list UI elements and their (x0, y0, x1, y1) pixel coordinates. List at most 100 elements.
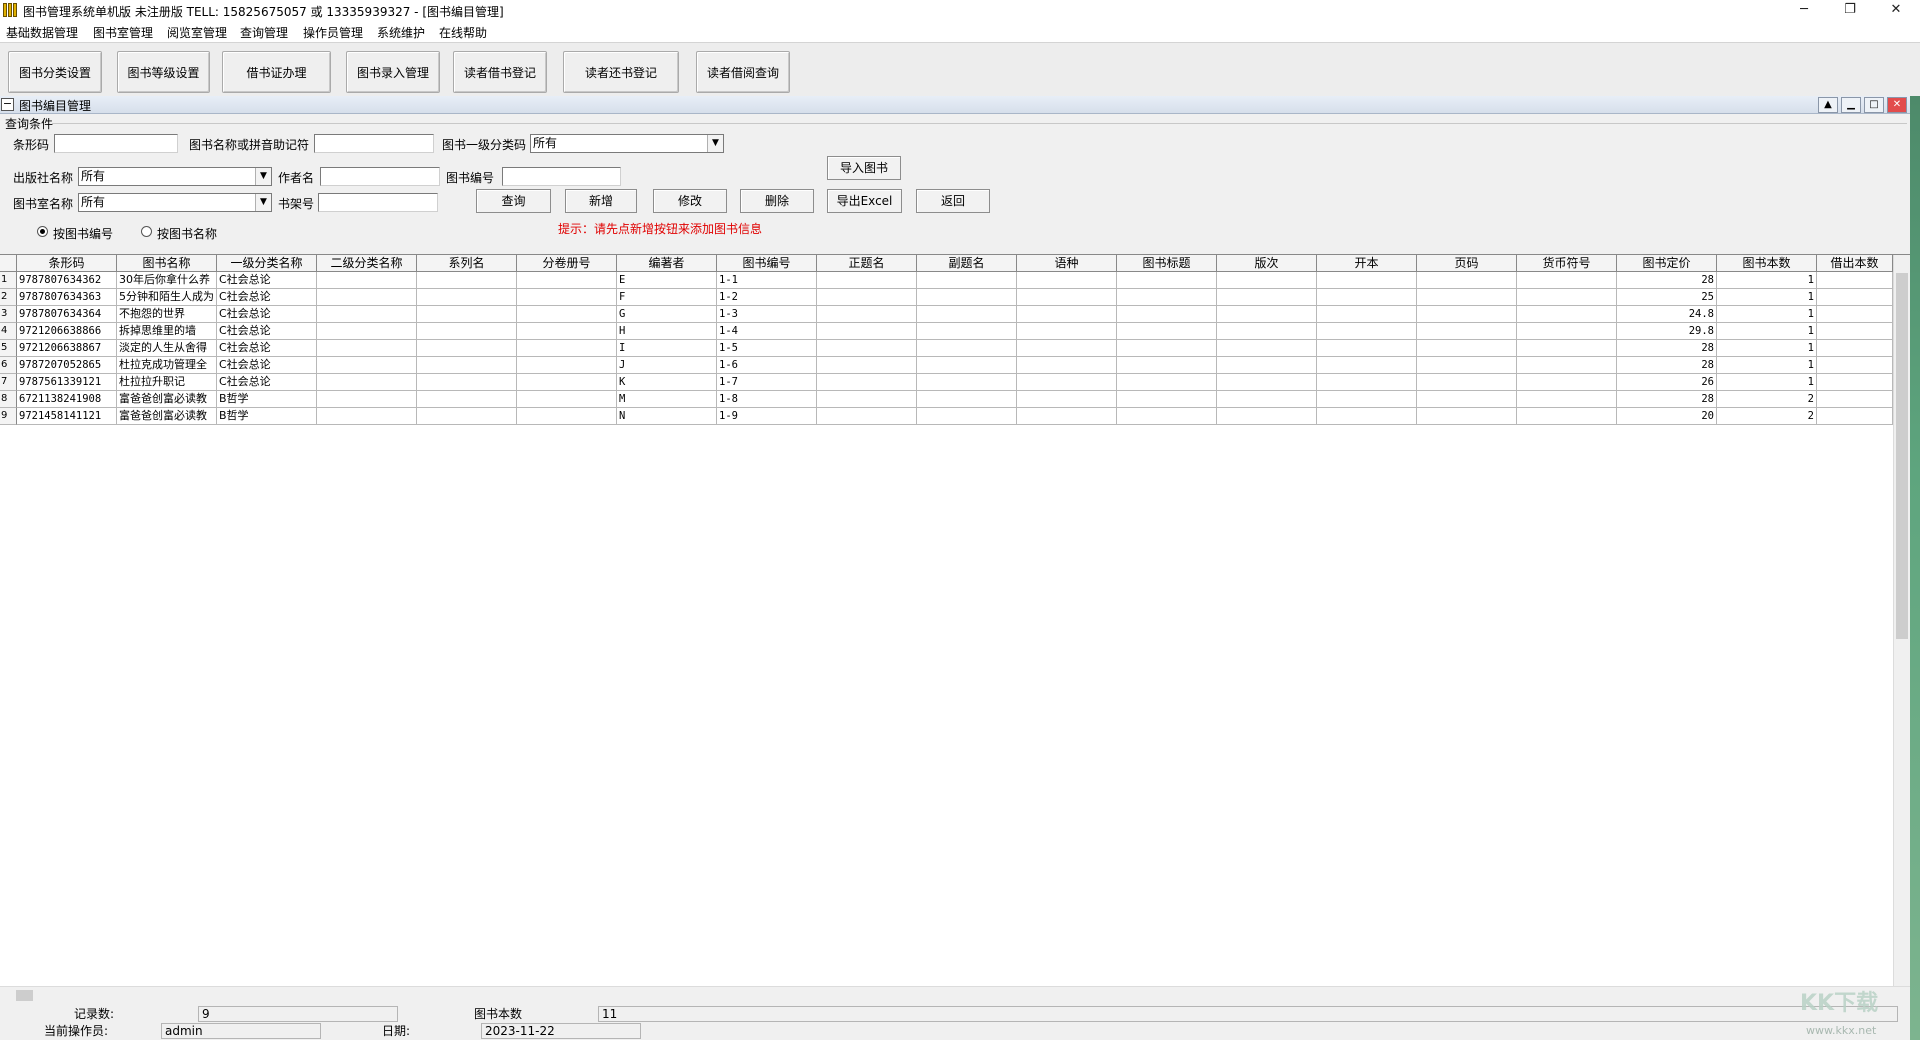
table-cell[interactable]: 富爸爸创富必读教 (117, 391, 217, 408)
table-cell[interactable] (1517, 340, 1617, 357)
table-cell[interactable] (817, 340, 917, 357)
row-number[interactable]: 3 (0, 306, 17, 323)
table-cell[interactable] (1317, 323, 1417, 340)
table-cell[interactable] (1517, 374, 1617, 391)
child-up-button[interactable]: ▲ (1818, 97, 1838, 113)
table-cell[interactable] (917, 391, 1017, 408)
import-books-button[interactable]: 导入图书 (827, 156, 901, 180)
shelf-input[interactable] (318, 193, 438, 212)
column-header[interactable]: 图书定价 (1617, 255, 1717, 272)
row-number[interactable]: 2 (0, 289, 17, 306)
edit-button[interactable]: 修改 (653, 189, 727, 213)
table-cell[interactable]: C社会总论 (217, 374, 317, 391)
column-header[interactable]: 条形码 (17, 255, 117, 272)
table-cell[interactable] (1017, 323, 1117, 340)
table-cell[interactable] (417, 340, 517, 357)
table-cell[interactable] (417, 408, 517, 425)
table-cell[interactable] (817, 391, 917, 408)
room-select[interactable]: 所有 ▼ (78, 193, 272, 212)
table-cell[interactable] (1217, 391, 1317, 408)
table-cell[interactable] (917, 272, 1017, 289)
table-cell[interactable] (1817, 323, 1893, 340)
borrow-query-button[interactable]: 读者借阅查询 (696, 51, 790, 93)
table-cell[interactable]: 2 (1717, 408, 1817, 425)
chevron-down-icon[interactable]: ▼ (707, 135, 723, 152)
restore-button[interactable]: ❐ (1827, 0, 1873, 22)
radio-by-name[interactable] (141, 226, 152, 237)
publisher-select[interactable]: 所有 ▼ (78, 167, 272, 186)
table-cell[interactable] (1117, 289, 1217, 306)
table-cell[interactable] (1817, 374, 1893, 391)
table-cell[interactable] (517, 408, 617, 425)
column-header[interactable]: 一级分类名称 (217, 255, 317, 272)
table-cell[interactable]: 9787807634364 (17, 306, 117, 323)
table-cell[interactable] (1217, 408, 1317, 425)
table-cell[interactable] (1317, 289, 1417, 306)
book-entry-button[interactable]: 图书录入管理 (346, 51, 440, 93)
table-cell[interactable]: 24.8 (1617, 306, 1717, 323)
table-cell[interactable] (1117, 408, 1217, 425)
table-cell[interactable]: 1 (1717, 374, 1817, 391)
table-cell[interactable] (1517, 272, 1617, 289)
table-row[interactable]: 1 9787807634362 30年后你拿什么养 C社会总论 E 1-1 28 1 (0, 272, 1893, 289)
row-number[interactable]: 4 (0, 323, 17, 340)
column-header[interactable]: 语种 (1017, 255, 1117, 272)
row-number[interactable]: 9 (0, 408, 17, 425)
menu-basic-data[interactable]: 基础数据管理 (6, 24, 78, 41)
table-cell[interactable] (1517, 289, 1617, 306)
table-cell[interactable] (1317, 272, 1417, 289)
table-cell[interactable]: 20 (1617, 408, 1717, 425)
column-header[interactable]: 图书名称 (117, 255, 217, 272)
table-cell[interactable] (1217, 289, 1317, 306)
table-cell[interactable]: 1 (1717, 289, 1817, 306)
table-cell[interactable]: B哲学 (217, 391, 317, 408)
column-header[interactable]: 分卷册号 (517, 255, 617, 272)
scroll-thumb[interactable] (1896, 273, 1908, 639)
level-settings-button[interactable]: 图书等级设置 (117, 51, 210, 93)
table-cell[interactable]: 30年后你拿什么养 (117, 272, 217, 289)
table-cell[interactable] (917, 408, 1017, 425)
add-button[interactable]: 新增 (565, 189, 637, 213)
table-cell[interactable] (1317, 408, 1417, 425)
table-cell[interactable] (1217, 374, 1317, 391)
table-row[interactable]: 5 9721206638867 淡定的人生从舍得 C社会总论 I 1-5 28 1 (0, 340, 1893, 357)
library-card-button[interactable]: 借书证办理 (222, 51, 331, 93)
table-cell[interactable]: 28 (1617, 340, 1717, 357)
column-header[interactable]: 页码 (1417, 255, 1517, 272)
table-cell[interactable] (1517, 408, 1617, 425)
table-cell[interactable]: F (617, 289, 717, 306)
column-header[interactable]: 图书标题 (1117, 255, 1217, 272)
table-cell[interactable] (317, 289, 417, 306)
table-cell[interactable]: 1 (1717, 306, 1817, 323)
table-cell[interactable] (917, 323, 1017, 340)
books-grid[interactable]: 条形码 图书名称 一级分类名称 二级分类名称 系列名 分卷册号 编著者 图书编号… (0, 254, 1910, 986)
row-number[interactable]: 7 (0, 374, 17, 391)
table-cell[interactable]: E (617, 272, 717, 289)
table-cell[interactable] (1517, 323, 1617, 340)
table-row[interactable]: 2 9787807634363 5分钟和陌生人成为 C社会总论 F 1-2 25 1 (0, 289, 1893, 306)
table-cell[interactable]: H (617, 323, 717, 340)
row-number[interactable]: 1 (0, 272, 17, 289)
table-cell[interactable]: 9787807634362 (17, 272, 117, 289)
category-settings-button[interactable]: 图书分类设置 (8, 51, 102, 93)
table-cell[interactable] (517, 357, 617, 374)
table-cell[interactable] (517, 289, 617, 306)
table-cell[interactable] (417, 391, 517, 408)
chevron-down-icon[interactable]: ▼ (255, 194, 271, 211)
menu-operator[interactable]: 操作员管理 (303, 24, 363, 41)
category1-select[interactable]: 所有 ▼ (530, 134, 724, 153)
table-cell[interactable] (817, 408, 917, 425)
table-cell[interactable]: C社会总论 (217, 357, 317, 374)
table-cell[interactable]: 28 (1617, 357, 1717, 374)
table-cell[interactable]: 6721138241908 (17, 391, 117, 408)
column-header[interactable]: 编著者 (617, 255, 717, 272)
table-cell[interactable]: 1-1 (717, 272, 817, 289)
column-header[interactable]: 正题名 (817, 255, 917, 272)
table-cell[interactable]: G (617, 306, 717, 323)
table-cell[interactable] (417, 357, 517, 374)
table-cell[interactable] (517, 323, 617, 340)
table-cell[interactable] (1117, 272, 1217, 289)
table-cell[interactable] (317, 408, 417, 425)
table-cell[interactable]: 1-6 (717, 357, 817, 374)
borrow-register-button[interactable]: 读者借书登记 (453, 51, 547, 93)
